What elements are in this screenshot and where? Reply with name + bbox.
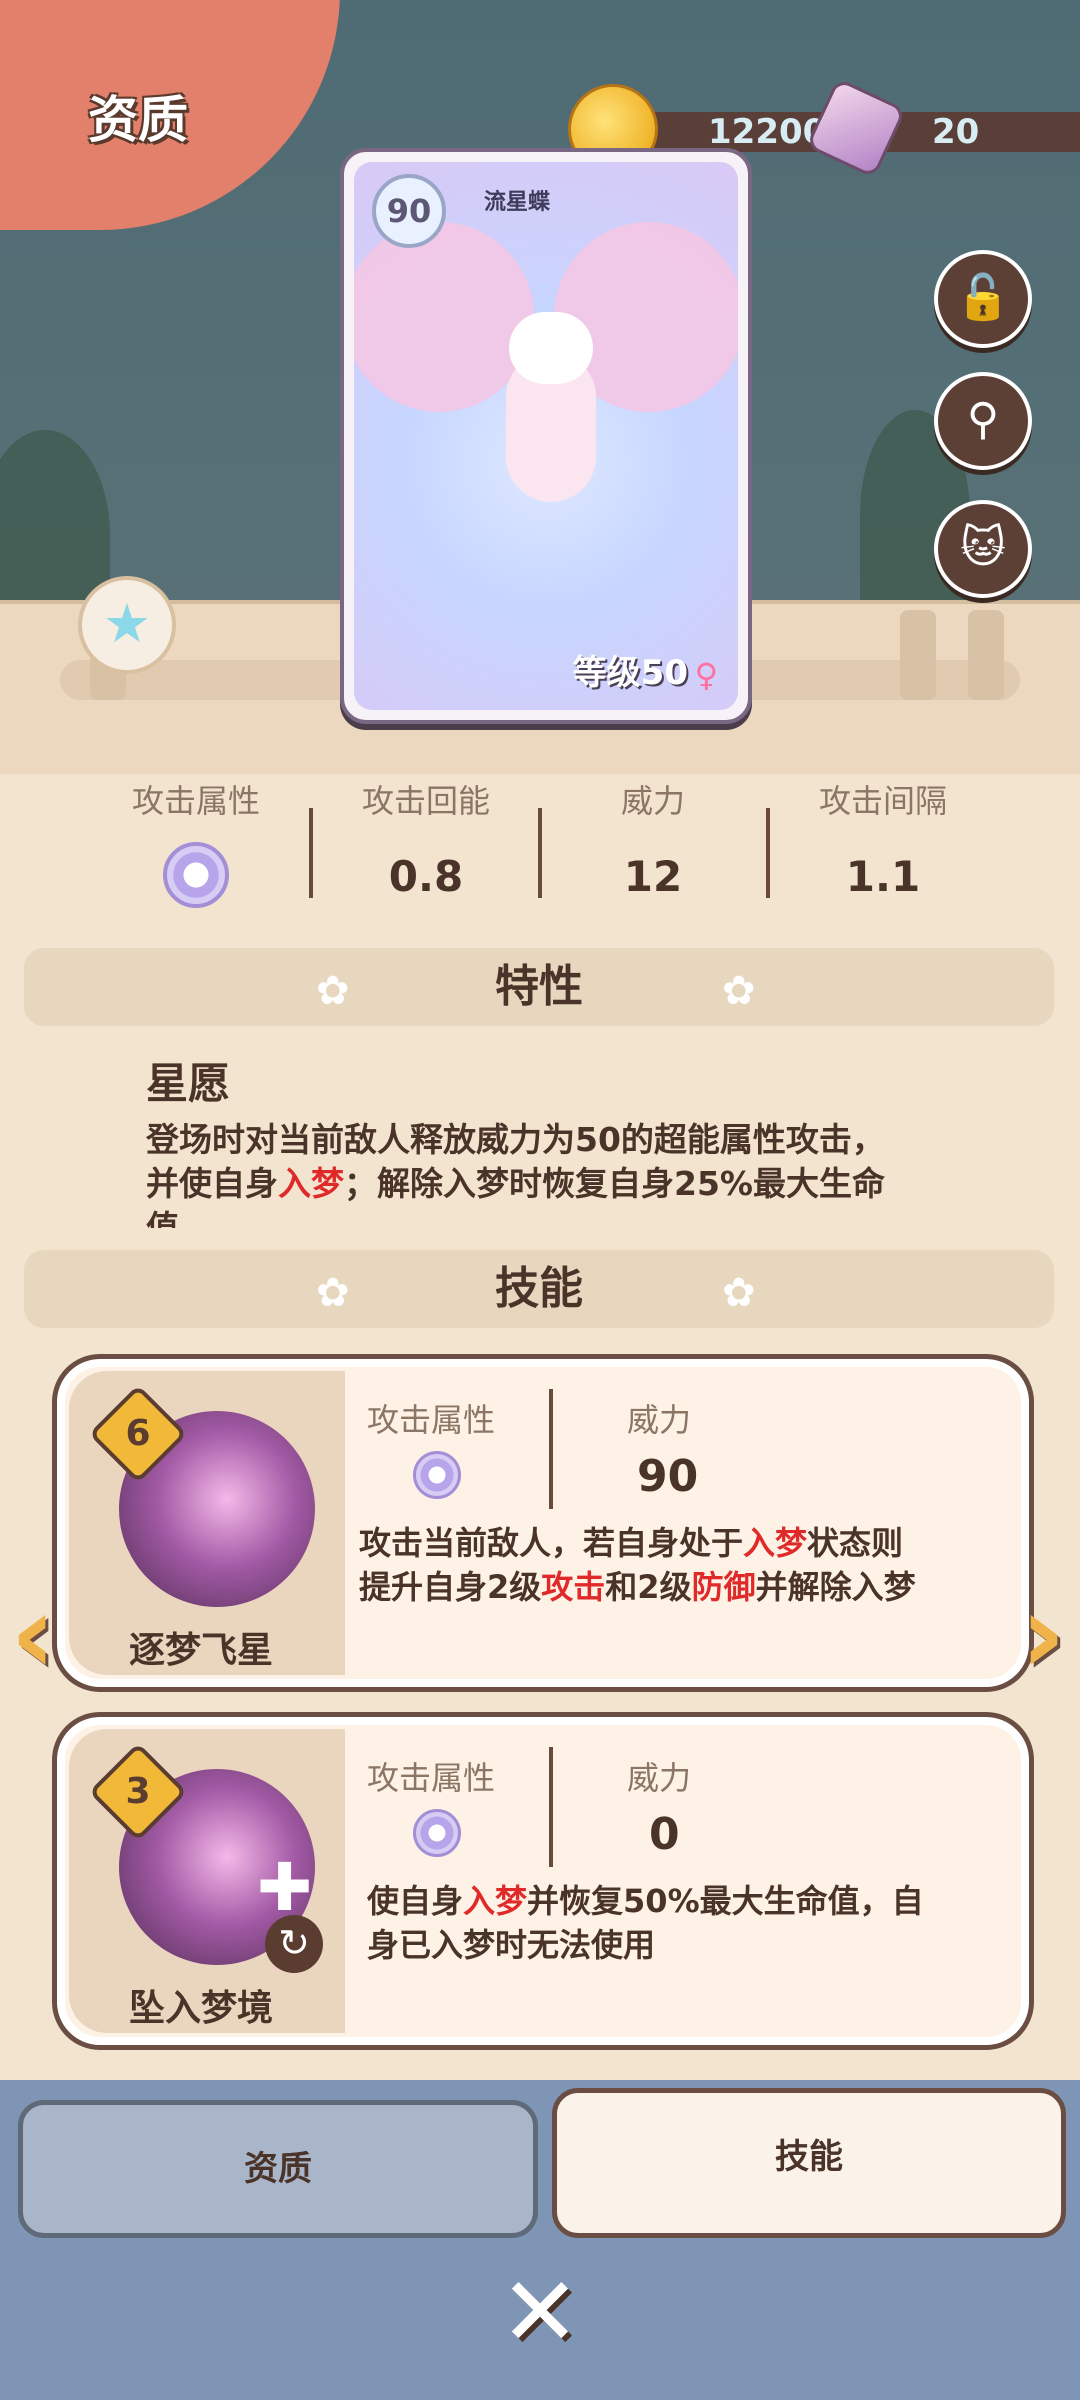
keyword-attack: 攻击 (541, 1568, 606, 1606)
keyword-dream: 入梦 (463, 1882, 528, 1920)
text: 提升自身2级 (359, 1568, 542, 1606)
skill-icon-panel: 6 逐梦飞星 (69, 1371, 345, 1675)
text: 状态则 (807, 1524, 904, 1562)
psychic-attribute-icon (163, 842, 229, 908)
stats-row: 攻击属性 攻击回能 0.8 威力 12 攻击间隔 1.1 (0, 776, 1080, 916)
lock-icon[interactable]: 🔓 (934, 250, 1032, 348)
stat-label: 攻击回能 (361, 782, 490, 820)
keyword-dream: 入梦 (743, 1524, 808, 1562)
cat-share-icon[interactable]: 🐱 (934, 500, 1032, 598)
text: 使自身 (367, 1882, 464, 1920)
chevron-left-icon[interactable]: ‹ (0, 1579, 66, 1694)
stat-value: 12 (623, 852, 683, 901)
skill-card[interactable]: ✚ ↻ 3 坠入梦境 攻击属性 威力 0 使自身入梦并恢复50%最大生命值，自 … (52, 1712, 1034, 2050)
keyword-defense: 防御 (691, 1568, 756, 1606)
skill-power-value: 0 (649, 1809, 680, 1860)
trait-section-header: ✿ 特性 ✿ (24, 948, 1054, 1026)
skill-power-value: 90 (637, 1451, 699, 1502)
flower-decoration-icon: ✿ (316, 1270, 350, 1316)
trait-name: 星愿 (146, 1059, 231, 1108)
card-art: 90 流星蝶 等级50 ♀ (354, 162, 738, 710)
text: 并恢复50%最大生命值，自 (527, 1882, 924, 1920)
skill-name: 坠入梦境 (129, 1988, 274, 2029)
skill-power-label: 威力 (627, 1401, 692, 1439)
text: ；解除入梦时恢复自身25%最大生命 (344, 1164, 885, 1203)
chevron-right-icon[interactable]: › (1010, 1579, 1076, 1694)
plus-icon: ✚ (257, 1849, 313, 1926)
text: 攻击当前敌人，若自身处于 (359, 1524, 744, 1562)
flower-decoration-icon: ✿ (722, 968, 756, 1014)
card-cost-badge: 90 (372, 174, 446, 248)
creature-head (509, 312, 593, 384)
skill-desc-line: 身已入梦时无法使用 (367, 1926, 656, 1964)
skill-icon-panel: ✚ ↻ 3 坠入梦境 (69, 1729, 345, 2033)
stat-value: 0.8 (388, 852, 464, 901)
flower-decoration-icon: ✿ (722, 1270, 756, 1316)
female-icon: ♀ (694, 656, 718, 694)
stat-value: 1.1 (845, 852, 921, 901)
skill-attr-label: 攻击属性 (367, 1759, 496, 1797)
card-level: 等级50 (572, 653, 688, 693)
trait-description[interactable]: 登场时对当前敌人释放威力为50的超能属性攻击， 并使自身入梦；解除入梦时恢复自身… (146, 1118, 946, 1228)
skill-description: 攻击当前敌人，若自身处于入梦状态则 提升自身2级攻击和2级防御并解除入梦 (359, 1521, 1019, 1609)
psychic-attribute-icon (413, 1809, 461, 1857)
star-icon[interactable]: ★ (78, 576, 176, 674)
flower-decoration-icon: ✿ (316, 968, 350, 1014)
divider (549, 1389, 553, 1509)
tab-aptitude[interactable]: 资质 (18, 2100, 538, 2238)
card-name: 流星蝶 (484, 190, 551, 215)
divider (549, 1747, 553, 1867)
tab-skills[interactable]: 技能 (552, 2088, 1066, 2238)
fence-post (900, 610, 936, 700)
skill-attr-label: 攻击属性 (367, 1401, 496, 1439)
text: 并解除入梦 (755, 1568, 916, 1606)
stat-energy-regen: 攻击回能 0.8 (311, 776, 541, 901)
skill-description: 使自身入梦并恢复50%最大生命值，自 身已入梦时无法使用 (367, 1879, 1027, 1967)
refresh-icon: ↻ (265, 1915, 323, 1973)
text: 和2级 (605, 1568, 692, 1606)
psychic-attribute-icon (413, 1451, 461, 1499)
skill-cost: 6 (125, 1413, 151, 1454)
text: 并使自身 (146, 1164, 278, 1203)
fence-post (968, 610, 1004, 700)
close-icon[interactable]: ✕ (490, 2262, 590, 2362)
search-icon[interactable]: ⚲ (934, 372, 1032, 470)
stat-label: 攻击属性 (131, 782, 260, 820)
trait-desc-line: 值 (146, 1208, 179, 1228)
skill-name: 逐梦飞星 (129, 1630, 274, 1671)
stat-attack-interval: 攻击间隔 1.1 (768, 776, 998, 901)
page-title: 资质 (88, 91, 188, 149)
stat-power: 威力 12 (538, 776, 768, 901)
section-title: 技能 (495, 1263, 583, 1314)
section-title: 特性 (495, 961, 583, 1012)
skill-power-label: 威力 (627, 1759, 692, 1797)
creature-card[interactable]: 90 流星蝶 等级50 ♀ (340, 148, 752, 724)
skill-desc-line: 攻击当前敌人，若自身处于入梦状态则 (359, 1521, 1019, 1565)
skill-card[interactable]: 6 逐梦飞星 攻击属性 威力 90 攻击当前敌人，若自身处于入梦状态则 提升自身… (52, 1354, 1034, 1692)
stat-label: 威力 (620, 782, 685, 820)
trait-desc-line: 登场时对当前敌人释放威力为50的超能属性攻击， (146, 1120, 885, 1159)
stat-attack-attribute: 攻击属性 (81, 776, 311, 912)
skills-section-header: ✿ 技能 ✿ (24, 1250, 1054, 1328)
skill-desc-line: 提升自身2级攻击和2级防御并解除入梦 (359, 1565, 1019, 1609)
keyword-dream: 入梦 (278, 1164, 344, 1203)
stat-label: 攻击间隔 (818, 782, 947, 820)
trait-desc-line: 并使自身入梦；解除入梦时恢复自身25%最大生命 (146, 1162, 946, 1206)
skill-desc-line: 使自身入梦并恢复50%最大生命值，自 (367, 1879, 1027, 1923)
skill-cost: 3 (125, 1771, 151, 1812)
